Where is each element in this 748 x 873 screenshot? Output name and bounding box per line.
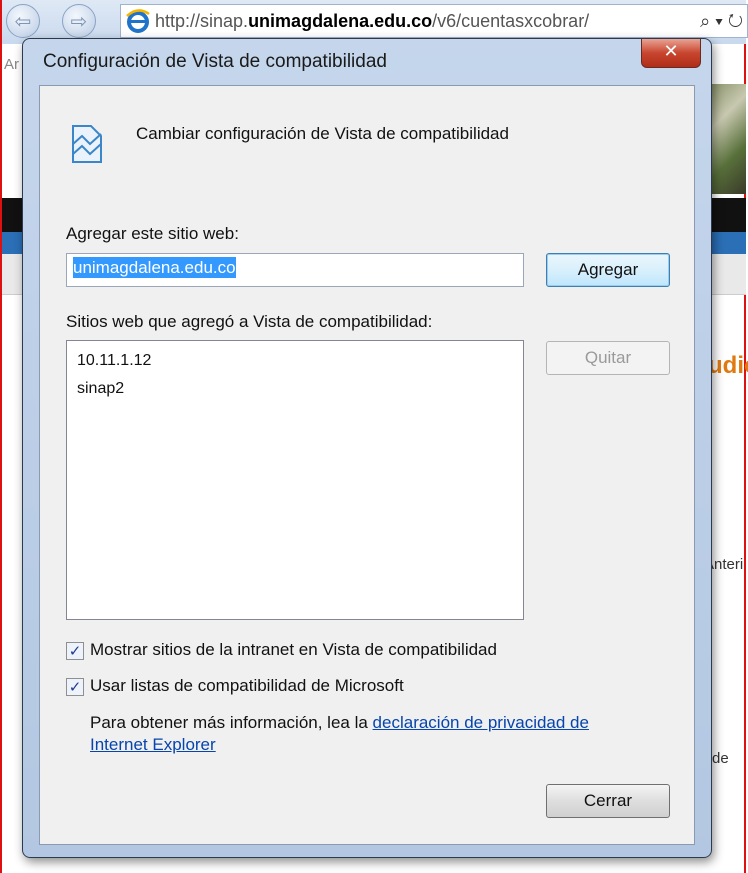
forward-icon[interactable]: ⇨ [62, 4, 96, 38]
add-button[interactable]: Agregar [546, 253, 670, 287]
microsoft-checkbox[interactable]: ✓ [66, 678, 84, 696]
remove-button[interactable]: Quitar [546, 341, 670, 375]
add-site-label: Agregar este sitio web: [66, 224, 239, 243]
add-site-value: unimagdalena.edu.co [73, 257, 236, 278]
close-icon[interactable]: ✕ [641, 39, 701, 68]
close-button[interactable]: Cerrar [546, 784, 670, 818]
url-suffix: /v6/cuentasxcobrar/ [432, 11, 590, 31]
background-text-de: de [712, 750, 729, 767]
list-item[interactable]: 10.11.1.12 [77, 347, 513, 375]
address-tools-icon[interactable]: ⌕ ▾ ↻ [700, 5, 743, 37]
header-text: Cambiar configuración de Vista de compat… [136, 124, 509, 143]
microsoft-checkbox-label: Usar listas de compatibilidad de Microso… [90, 676, 404, 695]
dialog-title: Configuración de Vista de compatibilidad [43, 51, 387, 72]
intranet-checkbox[interactable]: ✓ [66, 642, 84, 660]
add-site-input[interactable]: unimagdalena.edu.co [66, 253, 524, 287]
address-bar[interactable]: http://sinap.unimagdalena.edu.co/v6/cuen… [120, 4, 748, 38]
background-heading-fragment: udio [708, 352, 748, 379]
url-host: unimagdalena.edu.co [248, 11, 433, 31]
sites-list[interactable]: 10.11.1.12 sinap2 [66, 340, 524, 620]
compatibility-view-dialog: Configuración de Vista de compatibilidad… [22, 38, 712, 858]
list-item[interactable]: sinap2 [77, 375, 513, 403]
back-icon[interactable]: ⇦ [6, 4, 40, 38]
ie-logo-icon [126, 9, 150, 33]
intranet-checkbox-label: Mostrar sitios de la intranet en Vista d… [90, 640, 497, 659]
dialog-content: Cambiar configuración de Vista de compat… [39, 85, 695, 845]
compatibility-view-icon [72, 125, 102, 163]
info-text: Para obtener más información, lea la dec… [90, 712, 650, 756]
sites-list-label: Sitios web que agregó a Vista de compati… [66, 312, 433, 331]
url-prefix: http://sinap. [155, 11, 249, 31]
info-text-prefix: Para obtener más información, lea la [90, 713, 373, 732]
background-text-ar: Ar [4, 56, 19, 73]
